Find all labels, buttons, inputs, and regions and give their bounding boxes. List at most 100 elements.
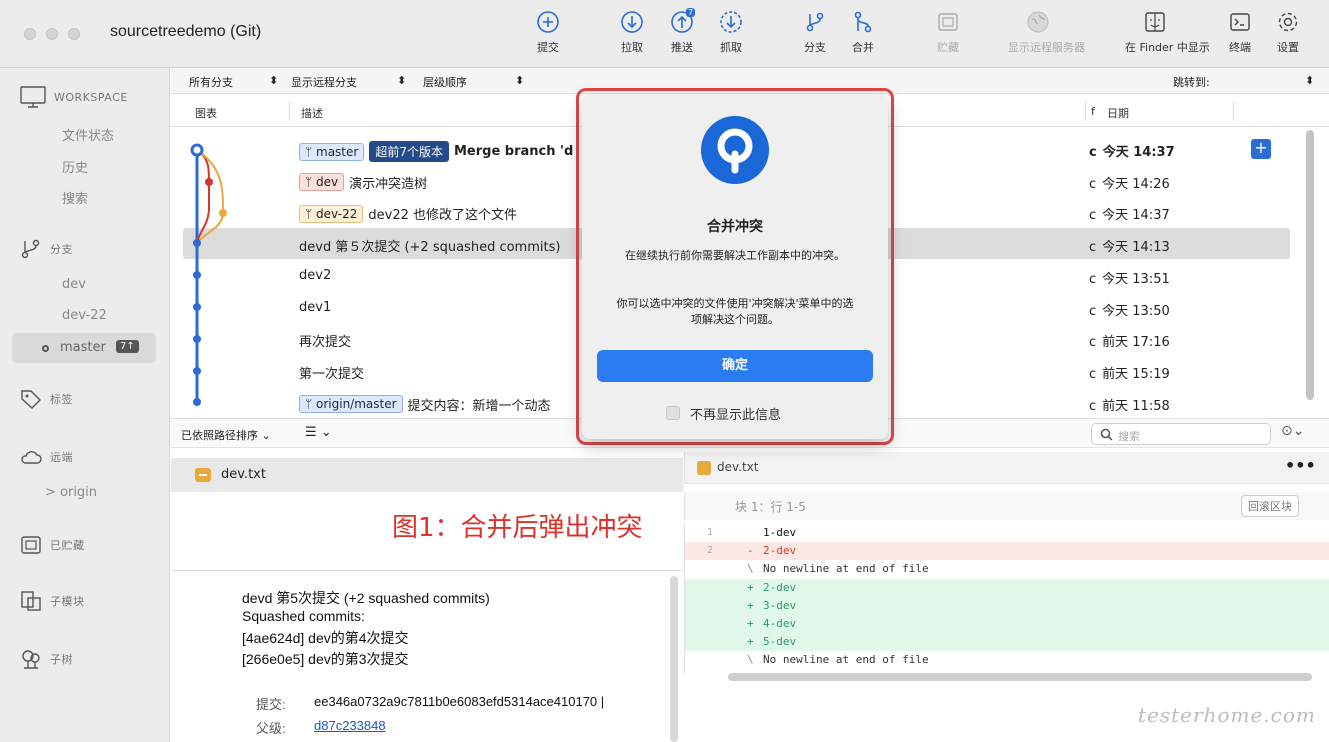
detail-line: [4ae624d] dev的第4次提交 [242, 630, 409, 646]
commit-description: devd 第５次提交 (+2 squashed commits) [299, 236, 560, 255]
ok-button[interactable]: 确定 [597, 350, 873, 382]
commit-hash: c [1089, 303, 1097, 319]
file-list-item[interactable]: dev.txt [171, 458, 683, 492]
dialog-message: 在继续执行前你需要解决工作副本中的冲突。 [625, 249, 845, 262]
toolbar: sourcetreedemo (Git) 提交 拉取 7 推送 抓取 分支 合并… [0, 0, 1329, 68]
commit-date: c 前天 11:58 [1089, 395, 1170, 414]
dont-show-again-label[interactable]: 不再显示此信息 [690, 404, 781, 423]
column-graph[interactable]: 图表 [195, 105, 217, 121]
finder-icon [1145, 12, 1165, 32]
merge-button[interactable]: 合并 [833, 10, 893, 66]
diff-line: \ No newline at end of file [685, 651, 1329, 669]
sidebar-item-file-status[interactable]: 文件状态 [62, 125, 114, 144]
branch-icon [21, 239, 40, 259]
jump-to-label: 跳转到: [1173, 76, 1210, 89]
sort-select[interactable]: 已依照路径排序 ⌄ [181, 427, 271, 443]
current-branch-icon [42, 345, 49, 352]
sidebar-submodules-header[interactable]: 子模块 [20, 590, 85, 612]
diff-line: +2-dev [685, 578, 1329, 597]
sidebar-item-search[interactable]: 搜索 [62, 188, 88, 207]
sidebar-item-branch-master[interactable]: master 7↑ [12, 333, 156, 363]
diff-line: +4-dev [685, 615, 1329, 633]
cloud-icon [21, 451, 42, 464]
sidebar-workspace-header[interactable]: WORKSPACE [20, 86, 128, 108]
branch-tag[interactable]: ᛘ master [299, 142, 365, 161]
diff-line-num: 2 [707, 545, 714, 557]
fetch-button[interactable]: 抓取 [701, 10, 761, 66]
show-in-finder-button[interactable]: 在 Finder 中显示 [1125, 10, 1210, 66]
chevron-updown-icon: ⬍ [397, 74, 407, 87]
sidebar-remotes-header[interactable]: 远端 [20, 446, 73, 468]
commit-date-text: 今天 14:26 [1102, 176, 1170, 192]
commit-message: 演示冲突造树 [349, 176, 428, 192]
settings-button[interactable]: 设置 [1258, 10, 1318, 66]
fetch-icon [720, 11, 742, 33]
commit-date-text: 今天 13:51 [1102, 271, 1170, 287]
ahead-badge: 7↑ [116, 340, 139, 353]
diff-line-mark: + [747, 635, 754, 649]
sidebar-tags-header[interactable]: 标签 [20, 388, 73, 410]
column-description[interactable]: 描述 [301, 105, 323, 121]
window-title: sourcetreedemo (Git) [110, 23, 262, 40]
commit-hash: c [1089, 176, 1097, 192]
commit-hash-value: ee346a0732a9c7811b0e6083efd5314ace410170… [314, 694, 605, 709]
add-button[interactable]: + [1251, 139, 1271, 159]
commit-date-text: 今天 13:50 [1102, 303, 1170, 319]
branch-tag[interactable]: 超前7个版本 [369, 141, 449, 162]
commit-description: dev2 [299, 268, 331, 283]
commit-date-text: 前天 17:16 [1102, 335, 1170, 351]
search-input[interactable]: 搜索 [1091, 423, 1271, 445]
branch-tag[interactable]: ᛘ dev [299, 173, 345, 192]
sidebar: WORKSPACE 文件状态 历史 搜索 分支 dev dev-22 maste… [0, 68, 170, 742]
sidebar-subtrees-header[interactable]: 子树 [20, 648, 73, 670]
close-window-button[interactable] [24, 28, 36, 40]
show-remote-branches-select[interactable]: 显示远程分支 [291, 74, 357, 90]
watermark: testerhome.com [1138, 703, 1316, 727]
commit-description: dev1 [299, 300, 331, 315]
all-branches-select[interactable]: 所有分支 [189, 74, 233, 90]
view-mode-select[interactable]: ☰ ⌄ [305, 425, 332, 440]
parent-commit-link[interactable]: d87c233848 [314, 718, 386, 733]
sidebar-item-history[interactable]: 历史 [62, 157, 88, 176]
sidebar-item-branch-dev-22[interactable]: dev-22 [62, 308, 107, 323]
sidebar-branches-header[interactable]: 分支 [20, 238, 73, 260]
diff-line-text: 3-dev [763, 598, 797, 612]
diff-horizontal-scrollbar[interactable] [728, 673, 1312, 681]
diff-line-text: 5-dev [763, 635, 797, 649]
branch-tag[interactable]: ᛘ origin/master [299, 395, 403, 414]
chevron-updown-icon: ⬍ [269, 74, 279, 87]
diff-line-mark: + [747, 580, 754, 594]
minimize-window-button[interactable] [46, 28, 58, 40]
column-commit[interactable]: f [1091, 105, 1095, 118]
commit-date-text: 前天 11:58 [1102, 398, 1170, 414]
column-date[interactable]: 日期 [1107, 105, 1129, 121]
commit-graph [190, 143, 227, 406]
diff-body: 1 1-dev 2-2-dev \ No newline at end of file… [684, 524, 1329, 674]
detail-scrollbar[interactable] [670, 576, 678, 742]
diff-line-text: 4-dev [763, 617, 797, 630]
commit-message: devd 第５次提交 (+2 squashed commits) [299, 240, 561, 256]
options-menu[interactable]: ⊙⌄ [1281, 423, 1304, 439]
sidebar-item-branch-dev[interactable]: dev [62, 277, 86, 292]
more-options-button[interactable]: ••• [1285, 456, 1316, 475]
show-remote-button[interactable]: 显示远程服务器 [1008, 10, 1085, 66]
branch-tag[interactable]: ᛘ dev-22 [299, 204, 364, 223]
commit-message: dev2 [299, 267, 332, 283]
commit-date: c 今天 14:26 [1089, 173, 1170, 192]
dont-show-again-checkbox[interactable] [666, 406, 680, 420]
sidebar-stashes-header[interactable]: 已贮藏 [20, 534, 85, 556]
zoom-window-button[interactable] [68, 28, 80, 40]
commit-list-scrollbar[interactable] [1306, 130, 1314, 400]
diff-line-mark: + [747, 617, 754, 630]
search-icon [1100, 428, 1113, 441]
order-select[interactable]: 层级顺序 [423, 74, 467, 90]
commit-button[interactable]: 提交 [518, 10, 578, 66]
commit-hash: c [1089, 240, 1097, 256]
sidebar-item-remote-origin[interactable]: > origin [45, 485, 97, 500]
chevron-updown-icon[interactable]: ⬍ [1305, 74, 1314, 87]
submodule-icon [21, 591, 41, 611]
revert-hunk-button[interactable]: 回滚区块 [1241, 495, 1299, 517]
detail-line: Squashed commits: [242, 608, 365, 624]
stash-button[interactable]: 贮藏 [918, 10, 978, 66]
stash-icon [938, 13, 958, 31]
